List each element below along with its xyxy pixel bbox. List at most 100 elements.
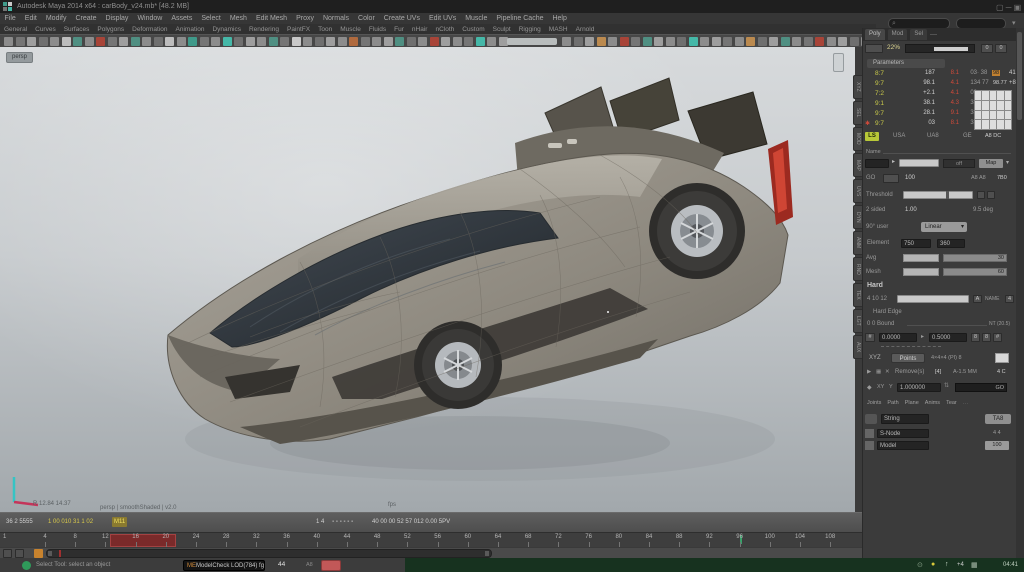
- attr-value[interactable]: 38.1: [909, 100, 935, 106]
- points-button[interactable]: Points: [891, 353, 925, 363]
- matrix-cell[interactable]: [982, 100, 989, 110]
- panel-tab-more[interactable]: —: [930, 31, 937, 38]
- attr-value[interactable]: 187: [909, 70, 935, 76]
- threshold-thumb[interactable]: [946, 191, 949, 199]
- matrix-cell[interactable]: [989, 120, 997, 129]
- menu-mesh[interactable]: Mesh: [225, 15, 251, 22]
- minmax-btn-2[interactable]: 8: [982, 333, 991, 342]
- stepper-icon[interactable]: ⇅: [944, 382, 949, 389]
- tray-upload-icon[interactable]: ↑: [945, 561, 949, 568]
- shelf-tab-ncloth[interactable]: nCloth: [431, 26, 458, 33]
- menu-color[interactable]: Color: [354, 15, 380, 22]
- panel-bottom-tab-plane[interactable]: Plane: [905, 400, 919, 406]
- shelf-icon[interactable]: [15, 37, 25, 46]
- shelf-icon[interactable]: [429, 37, 439, 46]
- slider-mode-field[interactable]: off: [943, 159, 975, 168]
- shelf-icon[interactable]: [562, 37, 571, 46]
- shelf-icon[interactable]: [406, 37, 416, 46]
- shelf-icon[interactable]: [349, 37, 358, 46]
- threshold-slider[interactable]: [903, 191, 973, 199]
- menu-edit-mesh[interactable]: Edit Mesh: [251, 15, 291, 22]
- menu-edit[interactable]: Edit: [20, 15, 41, 22]
- shelf-icon[interactable]: [688, 37, 698, 46]
- matrix-cell[interactable]: [997, 100, 1004, 110]
- shelf-icon[interactable]: [723, 37, 732, 46]
- hard-btn-a[interactable]: A: [973, 295, 982, 303]
- shelf-icon[interactable]: [188, 37, 197, 46]
- shelf-icon[interactable]: [211, 37, 220, 46]
- shelf-icon[interactable]: [84, 37, 94, 46]
- range-handle-right[interactable]: [485, 551, 489, 556]
- shelf-tab-rigging[interactable]: Rigging: [515, 26, 545, 33]
- range-handle-left[interactable]: [48, 551, 52, 556]
- shelf-tab-mash[interactable]: MASH: [545, 26, 572, 33]
- shelf-icon[interactable]: [746, 37, 755, 46]
- shelf-tab-arnold[interactable]: Arnold: [572, 26, 599, 33]
- shelf-tab-deformation[interactable]: Deformation: [128, 26, 171, 33]
- shelf-tab-general[interactable]: General: [0, 26, 31, 33]
- playback-values[interactable]: 40 00 00 52 57 012 0.00 5PV: [372, 519, 450, 525]
- matrix-cell[interactable]: [975, 120, 982, 129]
- shelf-icon[interactable]: [142, 37, 151, 46]
- interp-dropdown[interactable]: Linear ▾: [921, 222, 967, 232]
- playback-left[interactable]: 1 4: [316, 519, 324, 525]
- viewport-3d[interactable]: persp R 12.84 14.37 persp | smoothShaded…: [0, 47, 855, 512]
- range-handle-orange[interactable]: [34, 549, 43, 558]
- string-field[interactable]: String: [881, 414, 929, 424]
- shelf-icon[interactable]: [815, 37, 824, 46]
- ls-item-2[interactable]: UA8: [927, 133, 939, 139]
- shelf-icon[interactable]: [73, 37, 82, 46]
- shelf-icon[interactable]: [245, 37, 255, 46]
- shelf-icon[interactable]: [573, 37, 583, 46]
- shelf-tab-animation[interactable]: Animation: [172, 26, 209, 33]
- shelf-icon[interactable]: [608, 37, 617, 46]
- avg-bar[interactable]: 30: [943, 254, 1007, 262]
- shelf-icon[interactable]: [441, 37, 450, 46]
- command-line-input[interactable]: MEModelCheck LOD(784) fg: [183, 560, 265, 571]
- shelf-icon[interactable]: [395, 37, 404, 46]
- matrix-cell[interactable]: [997, 120, 1004, 129]
- tab-button[interactable]: TA8: [985, 414, 1011, 424]
- value-slider[interactable]: [899, 159, 939, 167]
- attr-value-red[interactable]: 9.1: [941, 110, 959, 116]
- record-button[interactable]: [321, 560, 341, 571]
- matrix-cell[interactable]: [997, 91, 1004, 100]
- panel-mini-button[interactable]: [865, 44, 883, 53]
- model-button[interactable]: 100: [985, 441, 1009, 450]
- shelf-icon[interactable]: [769, 37, 778, 46]
- max-field[interactable]: 0.5000: [929, 333, 967, 342]
- attr-value-gray[interactable]: 13: [963, 80, 977, 86]
- shelf-icon[interactable]: [464, 37, 473, 46]
- attr-value-red[interactable]: 4.3: [941, 100, 959, 106]
- shelf-tab-sculpt[interactable]: Sculpt: [489, 26, 515, 33]
- shelf-icon[interactable]: [303, 37, 312, 46]
- shelf-icon[interactable]: [50, 37, 59, 46]
- tray-network-icon[interactable]: ⊙: [917, 561, 923, 569]
- shelf-icon[interactable]: [222, 37, 232, 46]
- shelf-icon[interactable]: [734, 37, 744, 46]
- vertical-tab-aux[interactable]: AUX: [853, 335, 862, 359]
- map-dropdown-icon[interactable]: ▾: [1006, 159, 1009, 166]
- shelf-tab-custom[interactable]: Custom: [458, 26, 488, 33]
- shelf-icon[interactable]: [360, 37, 370, 46]
- tray-warning-icon[interactable]: ●: [931, 561, 935, 568]
- shelf-icon[interactable]: [803, 37, 813, 46]
- shelf-icon[interactable]: [596, 37, 606, 46]
- mode-chip[interactable]: M11: [112, 517, 128, 527]
- viewcube-icon[interactable]: [833, 53, 844, 72]
- progress-dec-button[interactable]: 0: [981, 44, 993, 53]
- lock-icon[interactable]: ◆: [867, 384, 872, 391]
- shelf-icon[interactable]: [585, 37, 594, 46]
- vertical-tab-uvs[interactable]: UVS: [853, 179, 862, 203]
- shelf-icon[interactable]: [153, 37, 163, 46]
- car-model[interactable]: [0, 47, 855, 512]
- panel-bottom-tab-joints[interactable]: Joints: [867, 400, 881, 406]
- threshold-btn-2[interactable]: [987, 191, 995, 199]
- matrix-cell[interactable]: [975, 110, 982, 120]
- matrix-cell[interactable]: [1004, 120, 1011, 129]
- shelf-icon[interactable]: [487, 37, 496, 46]
- playback-dots[interactable]: ▪ ▪ ▪ ▪ ▪ ▪: [332, 519, 353, 525]
- mesh-bar[interactable]: 60: [943, 268, 1007, 276]
- shelf-tab-muscle[interactable]: Muscle: [336, 26, 365, 33]
- matrix-grid[interactable]: [974, 90, 1012, 130]
